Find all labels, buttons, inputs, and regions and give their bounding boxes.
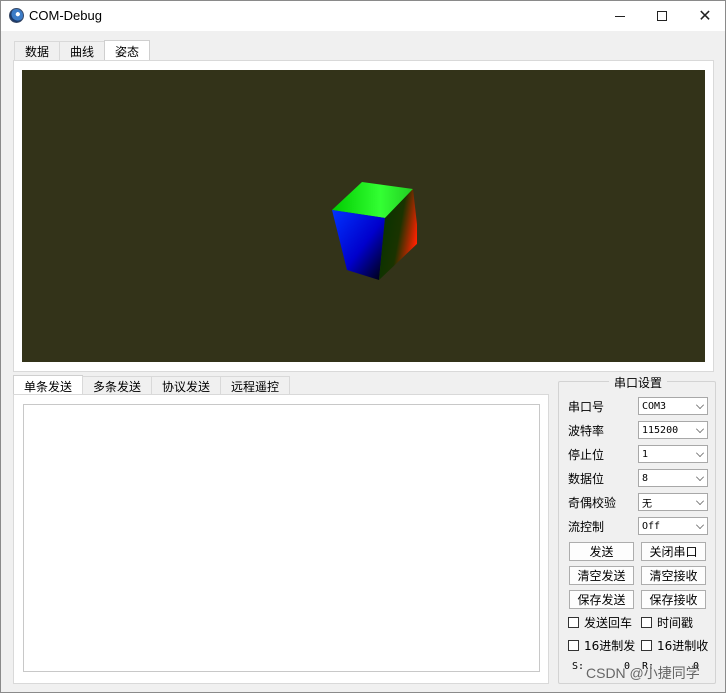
hex-send-label: 16进制发 xyxy=(584,639,636,653)
databits-label: 数据位 xyxy=(568,471,605,486)
close-port-button[interactable]: 关闭串口 xyxy=(641,542,706,561)
title-bar: COM-Debug ✕ xyxy=(1,1,725,31)
watermark: CSDN @小捷同学 xyxy=(586,665,700,681)
single-send-pane xyxy=(13,394,549,684)
close-icon: ✕ xyxy=(698,6,712,25)
parity-select[interactable]: 无 xyxy=(638,493,708,511)
window-title: COM-Debug xyxy=(29,8,102,23)
bottom-tab-bar: 单条发送 多条发送 协议发送 远程遥控 xyxy=(13,375,291,396)
hex-recv-label: 16进制收 xyxy=(657,639,709,653)
serial-settings-group: 串口设置 串口号 COM3 波特率 115200 停止位 1 数据位 8 奇偶校… xyxy=(558,374,716,684)
stop-select[interactable]: 1 xyxy=(638,445,708,463)
parity-label: 奇偶校验 xyxy=(568,495,617,510)
stop-label: 停止位 xyxy=(568,447,605,462)
tab-remote-control[interactable]: 远程遥控 xyxy=(220,376,291,396)
clear-recv-button[interactable]: 清空接收 xyxy=(641,566,706,585)
flow-label: 流控制 xyxy=(568,519,605,534)
send-button[interactable]: 发送 xyxy=(569,542,634,561)
chevron-down-icon xyxy=(696,425,704,433)
minimize-icon xyxy=(615,15,625,17)
chevron-down-icon xyxy=(696,449,704,457)
minimize-button[interactable] xyxy=(597,1,643,31)
checkbox-box xyxy=(568,617,579,628)
flow-select[interactable]: Off xyxy=(638,517,708,535)
close-button[interactable]: ✕ xyxy=(682,1,726,31)
port-select[interactable]: COM3 xyxy=(638,397,708,415)
tab-data[interactable]: 数据 xyxy=(14,41,61,61)
tab-protocol-send[interactable]: 协议发送 xyxy=(151,376,222,396)
maximize-button[interactable] xyxy=(639,1,685,31)
baud-value: 115200 xyxy=(642,424,679,436)
cube-graphic xyxy=(332,182,417,280)
tab-curve[interactable]: 曲线 xyxy=(59,41,106,61)
stop-value: 1 xyxy=(642,448,649,460)
3d-view[interactable] xyxy=(22,70,705,362)
send-count-label: S: xyxy=(572,661,585,672)
chevron-down-icon xyxy=(696,521,704,529)
stop-row: 停止位 1 xyxy=(568,445,708,463)
attitude-pane xyxy=(13,60,714,372)
hex-send-checkbox[interactable]: 16进制发 xyxy=(568,637,635,654)
flow-row: 流控制 Off xyxy=(568,517,708,535)
hex-recv-checkbox[interactable]: 16进制收 xyxy=(641,637,708,654)
send-newline-label: 发送回车 xyxy=(584,616,633,630)
save-send-button[interactable]: 保存发送 xyxy=(569,590,634,609)
chevron-down-icon xyxy=(696,401,704,409)
port-value: COM3 xyxy=(642,400,667,412)
databits-value: 8 xyxy=(642,472,649,484)
timestamp-checkbox[interactable]: 时间戳 xyxy=(641,614,693,631)
app-window: COM-Debug ✕ 数据 曲线 姿态 单条发送 多条发送 协议发送 远程遥控… xyxy=(0,0,726,693)
checkbox-box xyxy=(641,617,652,628)
parity-row: 奇偶校验 无 xyxy=(568,493,708,511)
flow-value: Off xyxy=(642,520,661,532)
maximize-icon xyxy=(657,11,667,21)
top-tab-bar: 数据 曲线 姿态 xyxy=(14,40,151,61)
databits-row: 数据位 8 xyxy=(568,469,708,487)
chevron-down-icon xyxy=(696,473,704,481)
tab-single-send[interactable]: 单条发送 xyxy=(13,375,84,396)
app-icon xyxy=(9,8,24,23)
baud-select[interactable]: 115200 xyxy=(638,421,708,439)
send-text-area[interactable] xyxy=(23,404,540,672)
chevron-down-icon xyxy=(696,497,704,505)
databits-select[interactable]: 8 xyxy=(638,469,708,487)
checkbox-box xyxy=(641,640,652,651)
tab-multi-send[interactable]: 多条发送 xyxy=(82,376,153,396)
port-label: 串口号 xyxy=(568,399,605,414)
timestamp-label: 时间戳 xyxy=(657,616,694,630)
baud-row: 波特率 115200 xyxy=(568,421,708,439)
send-newline-checkbox[interactable]: 发送回车 xyxy=(568,614,632,631)
baud-label: 波特率 xyxy=(568,423,605,438)
save-recv-button[interactable]: 保存接收 xyxy=(641,590,706,609)
parity-value: 无 xyxy=(642,498,652,510)
tab-attitude[interactable]: 姿态 xyxy=(104,40,151,61)
checkbox-box xyxy=(568,640,579,651)
port-row: 串口号 COM3 xyxy=(568,397,708,415)
clear-send-button[interactable]: 清空发送 xyxy=(569,566,634,585)
group-title: 串口设置 xyxy=(609,374,668,391)
